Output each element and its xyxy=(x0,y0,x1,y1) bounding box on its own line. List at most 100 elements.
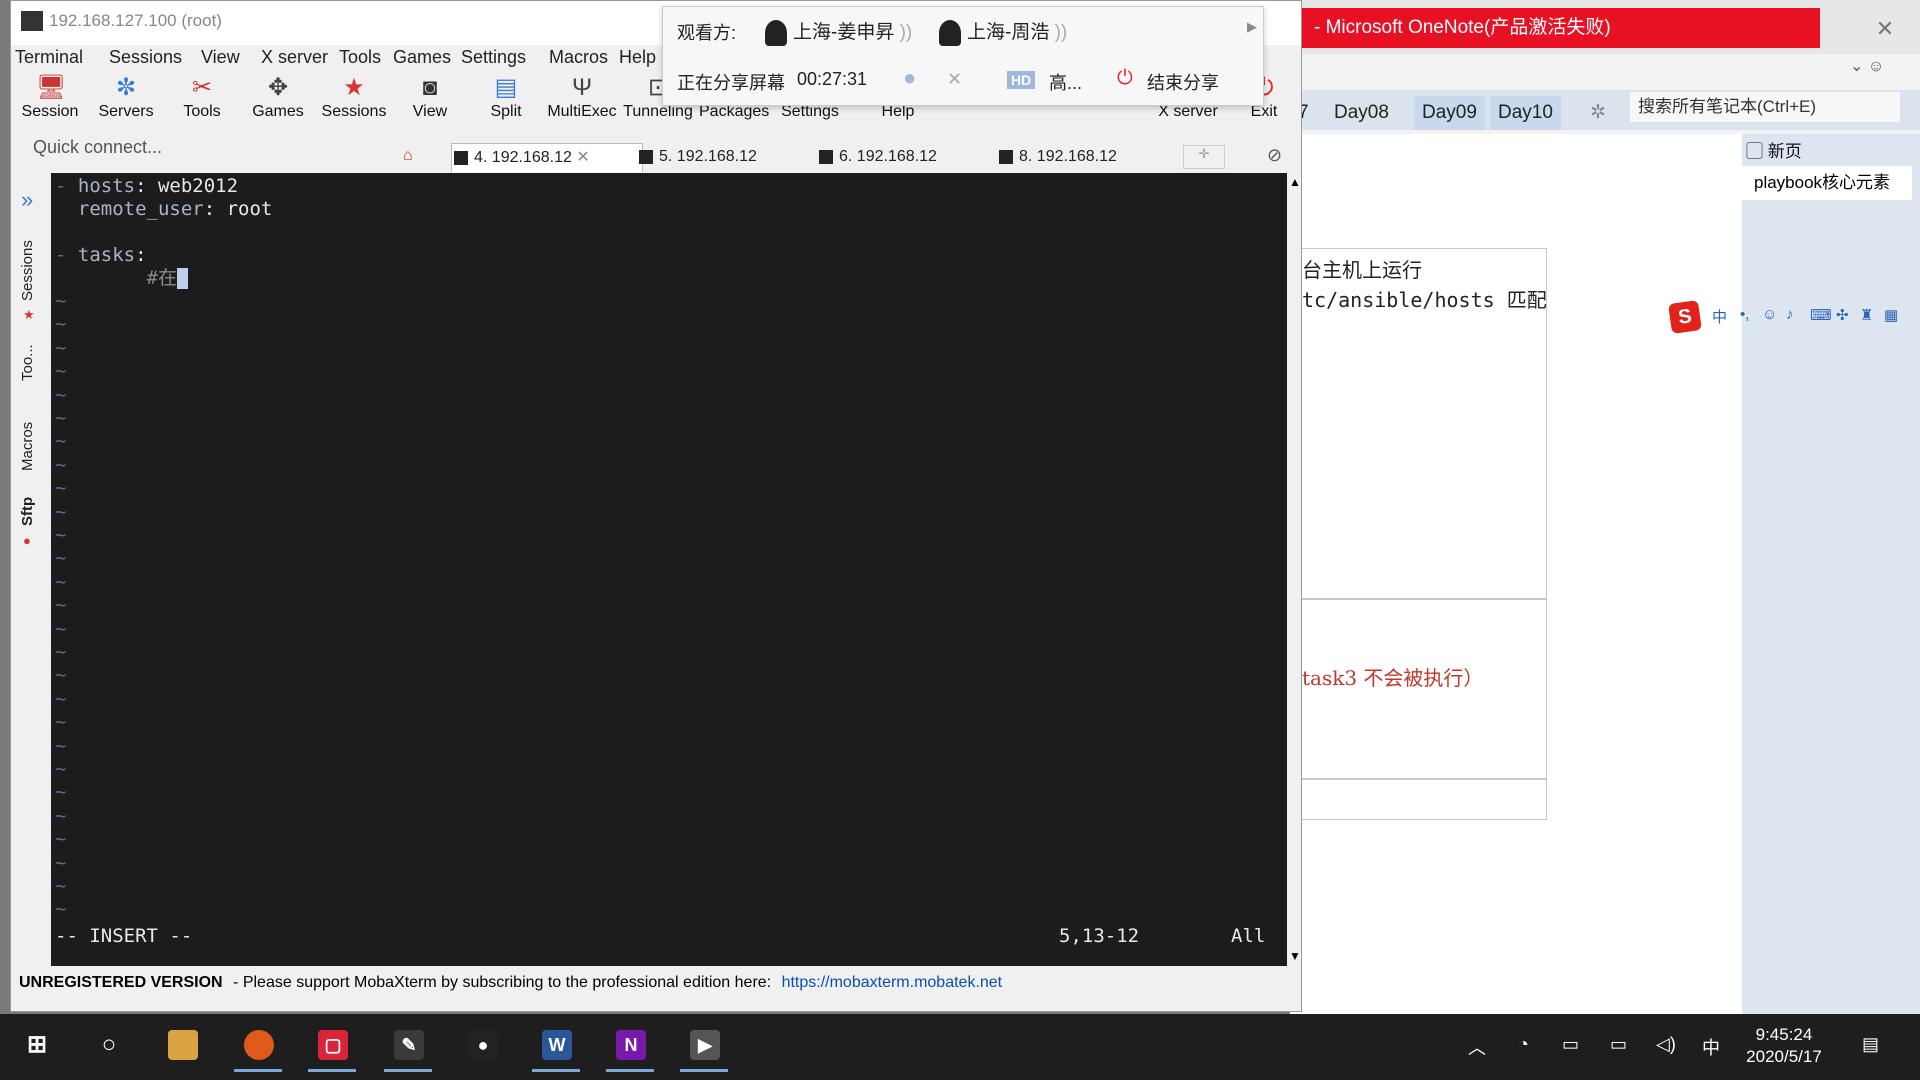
mobaxterm-window: 192.168.127.100 (root) Terminal Sessions… xyxy=(10,0,1302,1012)
taskbar-word[interactable]: W xyxy=(530,1020,582,1072)
vim-scroll-position: All xyxy=(1231,925,1266,947)
ribbon-toggle-icon[interactable]: ⌄ ☺ xyxy=(1850,56,1920,82)
attach-icon[interactable]: ⊘ xyxy=(1267,145,1282,166)
quality-selector[interactable]: 高... xyxy=(1049,69,1082,95)
avatar xyxy=(765,19,787,46)
side-tab-sftp[interactable]: Sftp xyxy=(19,497,36,526)
close-icon[interactable]: ✕ xyxy=(576,149,589,166)
tilde-marker: ~ xyxy=(55,290,67,312)
home-icon[interactable]: ⌂ xyxy=(403,147,413,165)
folder-icon xyxy=(168,1030,198,1060)
mobaxterm-icon: ✎ xyxy=(394,1030,424,1060)
session-tab[interactable]: 5. 192.168.12 xyxy=(637,143,757,171)
section-tab[interactable]: Day10 xyxy=(1490,96,1561,130)
grid-icon[interactable]: ▦ xyxy=(1884,306,1898,324)
session-tab[interactable]: 6. 192.168.12 xyxy=(817,143,937,171)
tilde-marker: ~ xyxy=(55,594,67,617)
lang-toggle-icon[interactable]: 中 xyxy=(1712,306,1727,327)
taskbar-onenote[interactable]: N xyxy=(604,1020,656,1072)
taskbar-mobaxterm[interactable]: ✎ xyxy=(382,1020,434,1072)
terminal-icon xyxy=(454,151,468,165)
menu-xserver[interactable]: X server xyxy=(261,47,328,68)
taskbar-video[interactable]: ▶ xyxy=(678,1020,730,1072)
menu-help[interactable]: Help xyxy=(619,47,656,68)
footer-link[interactable]: https://mobaxterm.mobatek.net xyxy=(782,974,1003,991)
search-button[interactable]: ○ xyxy=(82,1020,134,1072)
menu-view[interactable]: View xyxy=(201,47,240,68)
new-page-label: 新页 xyxy=(1767,142,1802,161)
taskbar-firefox[interactable] xyxy=(232,1020,284,1072)
mic-icon[interactable]: ● xyxy=(903,65,916,91)
taskbar-file-explorer[interactable] xyxy=(156,1020,208,1072)
screen-share-panel: 观看方: 上海-姜申昇 )) 上海-周浩 )) ▶ 正在分享屏幕 00:27:3… xyxy=(662,6,1264,106)
mic-icon[interactable]: ♪ xyxy=(1786,306,1794,323)
terminal-line: #在 xyxy=(55,267,188,290)
volume-icon[interactable]: ◁) xyxy=(1656,1034,1676,1055)
wifi-icon[interactable]: ◔ xyxy=(1518,1034,1529,1055)
battery-icon[interactable]: ▭ xyxy=(1610,1034,1627,1055)
tilde-marker: ~ xyxy=(55,898,67,921)
skin-icon[interactable]: ♜ xyxy=(1860,306,1873,324)
view-button[interactable]: ◙ View xyxy=(395,71,465,133)
emoji-icon[interactable]: ☺ xyxy=(1762,306,1777,323)
side-tab-tools[interactable]: Too... xyxy=(19,344,36,381)
show-hidden-icons[interactable]: ︿ xyxy=(1468,1034,1486,1060)
add-section-icon[interactable]: ✲ xyxy=(1582,96,1614,130)
taskbar-qq[interactable]: ● xyxy=(456,1020,508,1072)
punct-icon[interactable]: •, xyxy=(1740,306,1749,323)
session-button[interactable]: 🖥 Session xyxy=(15,71,85,133)
scroll-up-icon[interactable]: ▲ xyxy=(1289,175,1301,189)
close-icon[interactable]: ✕ xyxy=(1870,14,1900,44)
session-tab[interactable]: 8. 192.168.12 xyxy=(997,143,1117,171)
page-list-item[interactable]: playbook核心元素 xyxy=(1742,166,1912,200)
scroll-down-icon[interactable]: ▼ xyxy=(1289,949,1301,963)
taskbar-remote[interactable]: ▢ xyxy=(306,1020,358,1072)
multiexec-button[interactable]: Ψ MultiExec xyxy=(547,71,617,133)
menu-settings[interactable]: Settings xyxy=(461,47,526,68)
end-share-button[interactable]: 结束分享 xyxy=(1147,69,1219,95)
note-text: task3 不会被执行） xyxy=(1302,666,1484,690)
network-icon[interactable]: ▭ xyxy=(1562,1034,1579,1055)
system-clock[interactable]: 9:45:24 2020/5/17 xyxy=(1736,1024,1832,1068)
chevron-right-icon[interactable]: ▶ xyxy=(1247,19,1257,35)
viewer-item[interactable]: 上海-姜申昇 )) xyxy=(765,17,912,46)
search-input[interactable]: 搜索所有笔记本(Ctrl+E) xyxy=(1630,92,1900,122)
hd-badge[interactable]: HD xyxy=(1007,71,1036,89)
tilde-marker: ~ xyxy=(55,804,67,827)
viewer-item[interactable]: 上海-周浩 )) xyxy=(939,17,1067,46)
games-button[interactable]: ✥ Games xyxy=(243,71,313,133)
tilde-marker: ~ xyxy=(55,711,67,734)
new-page-button[interactable]: ▢ 新页 xyxy=(1746,138,1896,166)
expand-icon[interactable]: » xyxy=(21,187,33,213)
new-tab-icon[interactable]: ✛ xyxy=(1183,145,1225,169)
side-tab-sessions[interactable]: Sessions xyxy=(19,240,36,301)
session-tab[interactable]: 4. 192.168.12 ✕ xyxy=(451,143,643,172)
mobaxterm-logo-icon xyxy=(21,11,43,31)
notifications-icon[interactable]: ▤ xyxy=(1862,1034,1879,1055)
terminal-line: - hosts: web2012 xyxy=(55,175,239,197)
star-icon: ★ xyxy=(343,74,365,101)
start-button[interactable]: ⊞ xyxy=(10,1020,62,1072)
tools-icon[interactable]: ✣ xyxy=(1836,306,1849,324)
tilde-marker: ~ xyxy=(55,430,67,453)
menu-games[interactable]: Games xyxy=(393,47,451,68)
terminal-screen[interactable]: - hosts: web2012 remote_user: root - tas… xyxy=(51,173,1287,966)
menu-terminal[interactable]: Terminal xyxy=(15,47,83,68)
sogou-logo-icon[interactable]: S xyxy=(1668,300,1702,334)
tilde-marker: ~ xyxy=(55,477,67,500)
servers-button[interactable]: ✼ Servers xyxy=(91,71,161,133)
menu-sessions[interactable]: Sessions xyxy=(109,47,182,68)
split-button[interactable]: ▤ Split xyxy=(471,71,541,133)
terminal-scrollbar[interactable]: ▲ ▼ xyxy=(1287,173,1301,966)
menu-macros[interactable]: Macros xyxy=(549,47,608,68)
keyboard-icon[interactable]: ⌨ xyxy=(1810,306,1832,324)
menu-tools[interactable]: Tools xyxy=(339,47,381,68)
sessions-button[interactable]: ★ Sessions xyxy=(319,71,389,133)
speaker-muted-icon[interactable]: ✕ xyxy=(947,69,962,90)
tools-button[interactable]: ✂ Tools xyxy=(167,71,237,133)
side-tab-macros[interactable]: Macros xyxy=(19,422,36,471)
section-tab[interactable]: Day08 xyxy=(1326,96,1397,130)
sftp-icon: ● xyxy=(23,533,31,548)
ime-indicator[interactable]: 中 xyxy=(1702,1034,1720,1060)
section-tab[interactable]: Day09 xyxy=(1414,96,1485,130)
